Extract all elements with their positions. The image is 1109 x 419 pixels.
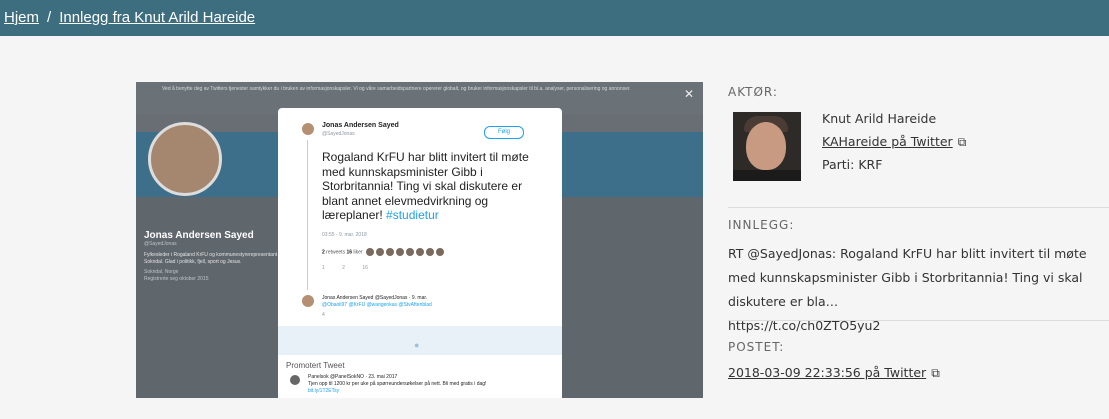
liker-avatar (435, 248, 444, 256)
post-body: RT @SayedJonas: Rogaland KrFU har blitt … (728, 246, 1087, 309)
tweet-card: Jonas Andersen Sayed @SayedJonas Følg Ro… (278, 108, 562, 375)
external-link-icon: ⧉ (931, 366, 940, 380)
liker-avatar (365, 248, 374, 256)
reply-author: Jonas Andersen Sayed @SayedJonas · 9. ma… (322, 295, 428, 301)
twitter-bird-icon: ● (414, 340, 420, 350)
profile-info: Jonas Andersen Sayed @SayedJonas Fylkesl… (144, 230, 284, 283)
tweet-timestamp: 03:55 - 9. mar. 2018 (322, 232, 367, 238)
retweet-label: retweets (326, 249, 346, 256)
profile-location: Sokndal, Norge (144, 269, 179, 275)
reply-text: @Obaoli97 @KrFU @wangenkas @StvAftenblad (322, 302, 432, 308)
posted-link[interactable]: 2018-03-09 22:33:56 på Twitter (728, 365, 926, 380)
cookie-text: Ved å benytte deg av Twitters tjenester … (162, 86, 631, 92)
posted-row: 2018-03-09 22:33:56 på Twitter ⧉ (728, 365, 940, 381)
reply-author-avatar (302, 295, 314, 307)
section-divider (728, 320, 1109, 321)
profile-avatar (148, 122, 222, 196)
actor-twitter: KAHareide på Twitter ⧉ (822, 134, 966, 150)
tweet-screenshot: Ved å benytte deg av Twitters tjenester … (136, 82, 703, 398)
liker-avatar (405, 248, 414, 256)
promoted-label: Promotert Tweet (286, 361, 345, 370)
profile-handle: @SayedJonas (144, 241, 177, 247)
actor-party: Parti: KRF (822, 157, 883, 172)
thread-line (307, 140, 308, 290)
actor-name: Knut Arild Hareide (822, 111, 937, 126)
tweet-author-handle: @SayedJonas (322, 131, 355, 137)
actor-twitter-link[interactable]: KAHareide på Twitter (822, 134, 953, 149)
promoted-tweet: Promotert Tweet Panelsok @PanelSokNO · 2… (278, 355, 562, 398)
tweet-hashtag: #studietur (386, 208, 439, 222)
follow-button: Følg (484, 126, 524, 139)
actor-photo (733, 112, 801, 181)
promoted-link: bit.ly/1T2ETsy (308, 388, 340, 394)
liker-avatar (375, 248, 384, 256)
tweet-stats: 2 retweets 16 liker (322, 248, 444, 256)
post-label: INNLEGG: (728, 218, 795, 232)
breadcrumb-home-link[interactable]: Hjem (4, 9, 39, 26)
profile-joined: Registrerte seg oktober 2015 (144, 276, 209, 282)
tweet-author-name: Jonas Andersen Sayed (322, 122, 399, 129)
liker-avatar (425, 248, 434, 256)
profile-bio: Fylkesleder i Rogaland KrFU og kommunest… (144, 252, 280, 265)
actor-label: AKTØR: (728, 85, 778, 99)
profile-name: Jonas Andersen Sayed (144, 230, 254, 241)
post-text: RT @SayedJonas: Rogaland KrFU har blitt … (728, 242, 1108, 338)
actor-shirt (733, 170, 801, 181)
promoted-text: Tjen opp til 1200 kr per uke på spørreun… (308, 381, 487, 387)
top-bar: Hjem / Innlegg fra Knut Arild Hareide (0, 0, 1109, 36)
close-icon: ✕ (684, 87, 695, 101)
retweet-count: 2 (322, 249, 325, 256)
liker-avatar (415, 248, 424, 256)
tweet-author-avatar (302, 123, 314, 135)
reply-action-counts: 4 (322, 312, 325, 318)
tweet-text: Rogaland KrFU har blitt invitert til møt… (322, 150, 532, 223)
section-divider (728, 207, 1109, 208)
promoted-avatar (290, 375, 300, 385)
liker-avatar (395, 248, 404, 256)
liker-avatar (385, 248, 394, 256)
promoted-author: Panelsok @PanelSokNO · 23. mai 2017 (308, 374, 398, 380)
like-label: liker (353, 249, 363, 256)
breadcrumb-current-link[interactable]: Innlegg fra Knut Arild Hareide (59, 9, 255, 26)
posted-label: POSTET: (728, 340, 785, 354)
breadcrumb: Hjem / Innlegg fra Knut Arild Hareide (4, 9, 255, 26)
tweet-action-counts: 1 2 16 (322, 265, 368, 271)
breadcrumb-separator: / (47, 9, 52, 26)
actor-face (746, 122, 786, 170)
like-count: 16 (346, 249, 353, 256)
external-link-icon: ⧉ (957, 135, 967, 149)
